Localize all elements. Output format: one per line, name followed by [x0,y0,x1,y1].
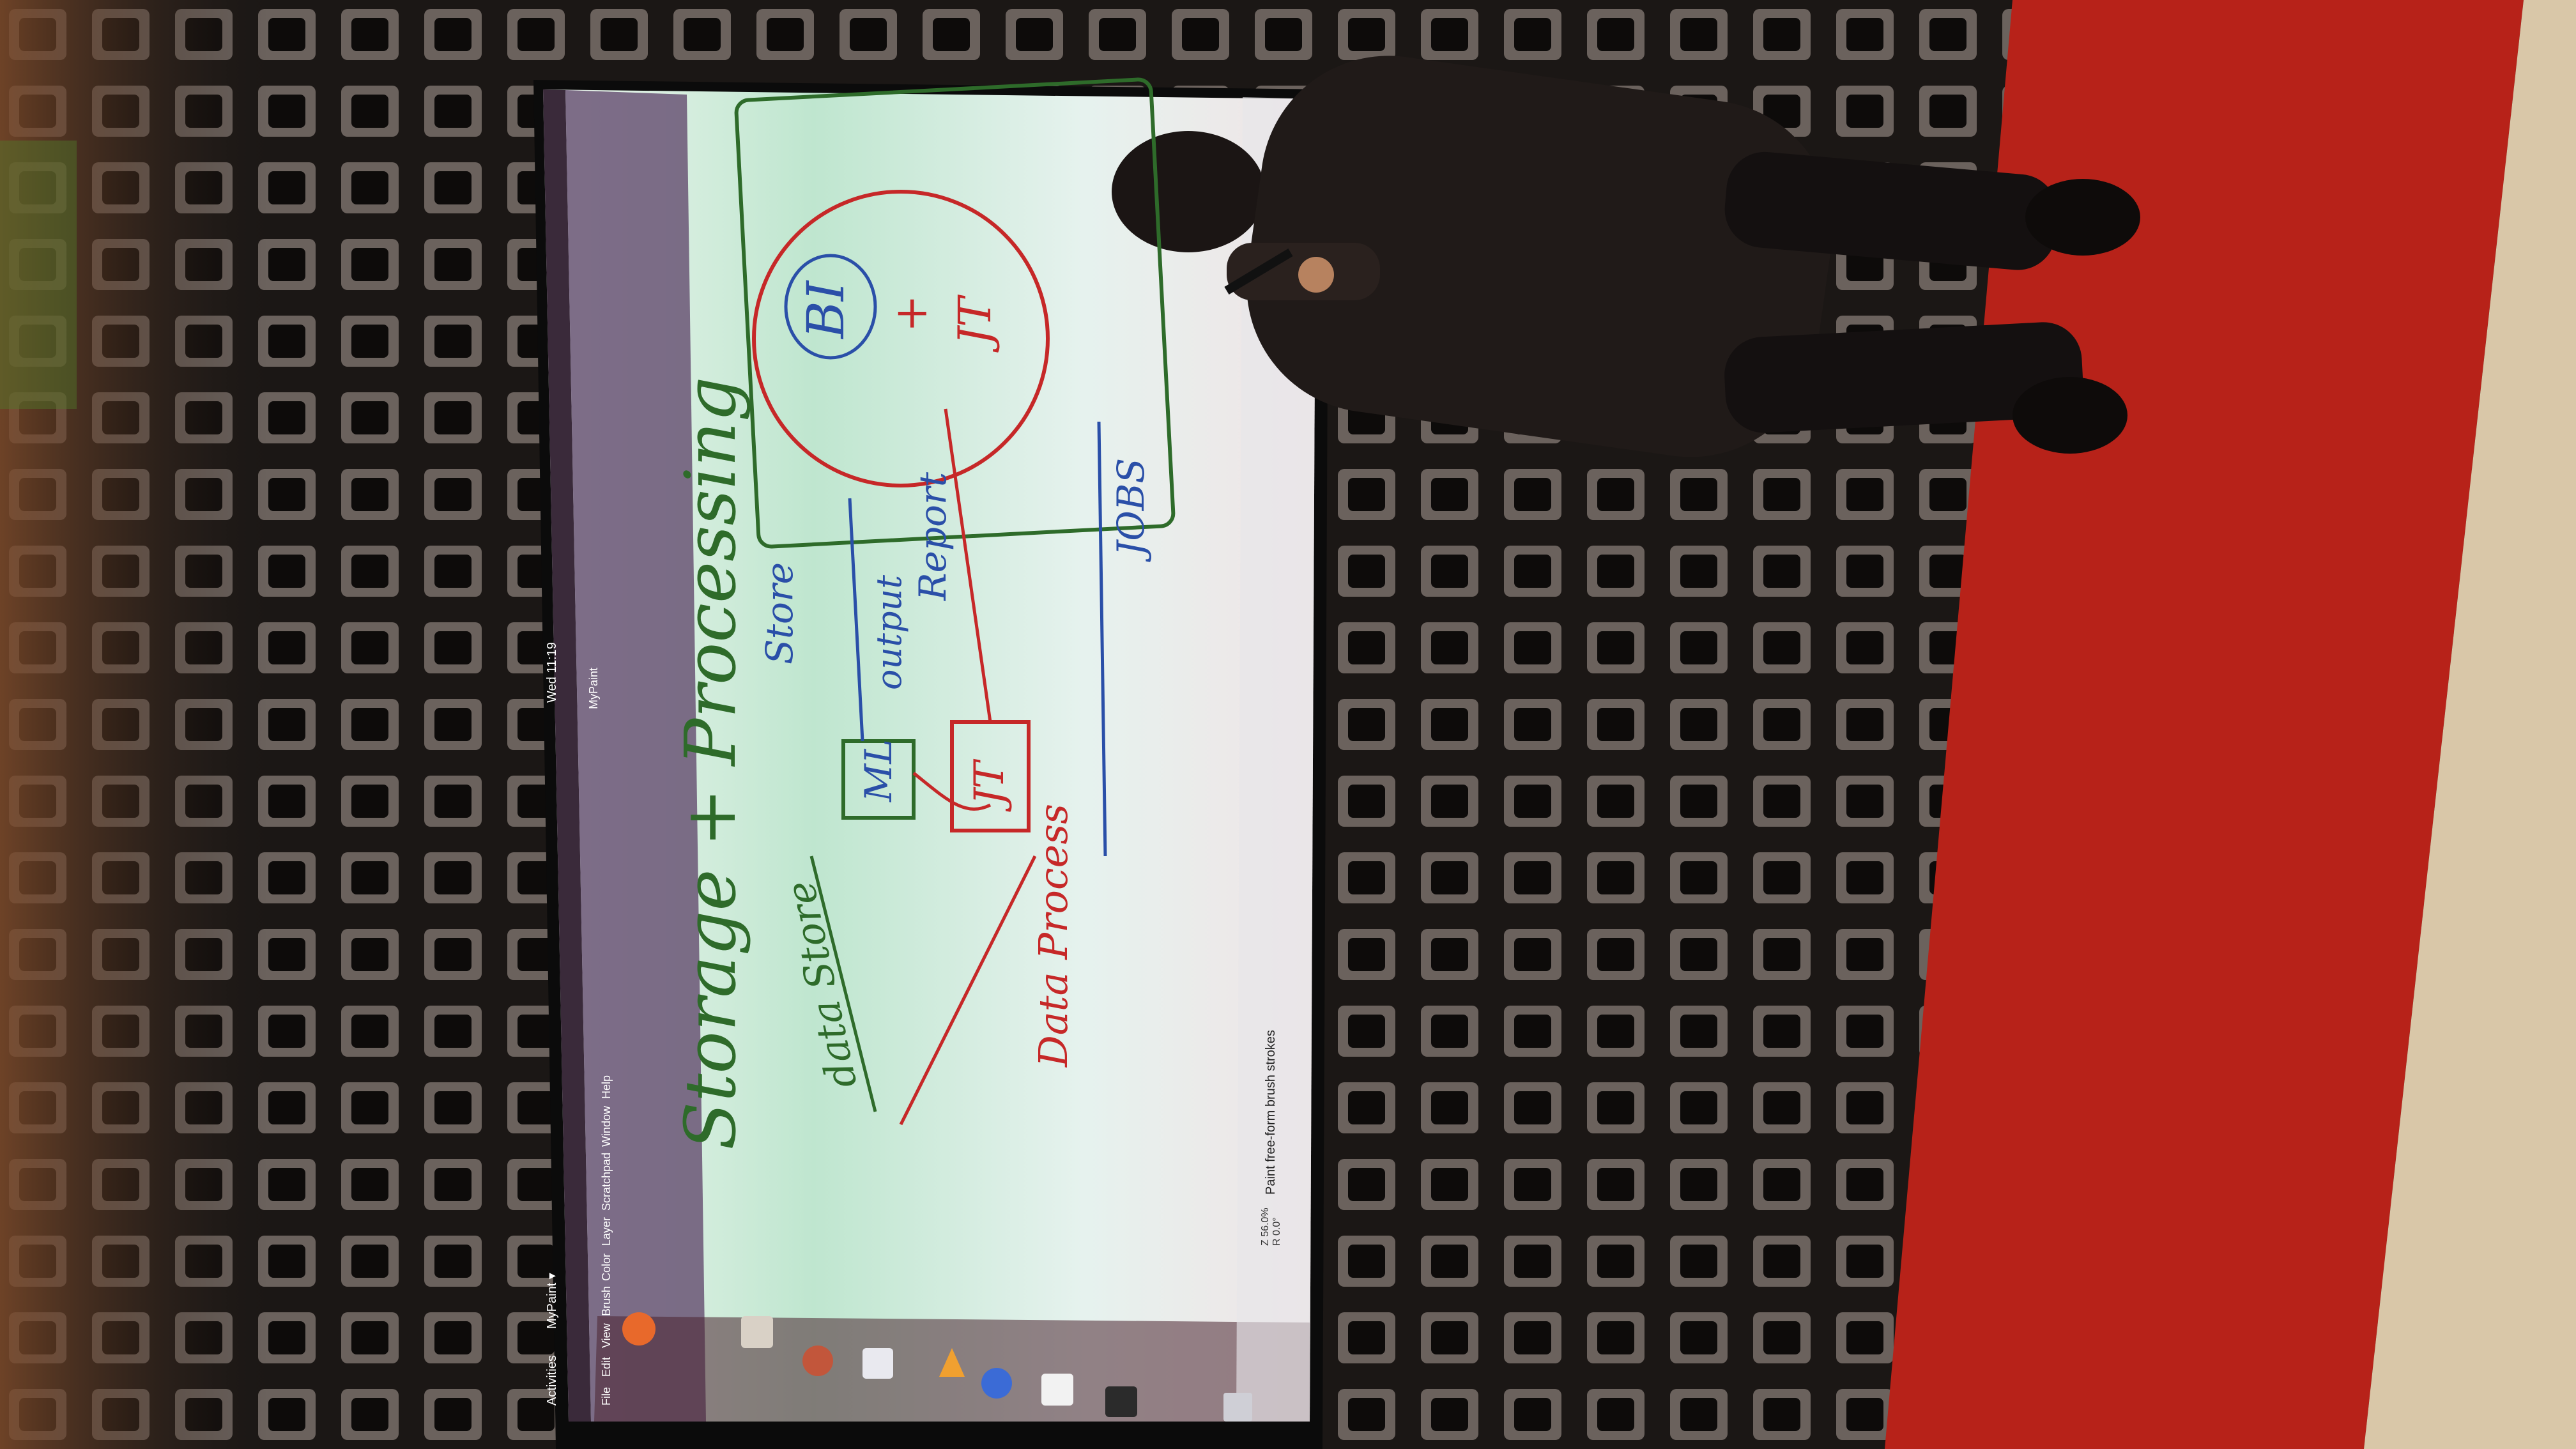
label-jt-box: JT [966,758,1013,812]
status-rotation: R 0.0° [1271,1217,1282,1246]
label-data-process: Data Process [1030,804,1077,1068]
label-store: Store [758,562,801,664]
files-icon[interactable] [741,1316,773,1348]
window-title: MyPaint [587,668,600,709]
label-ml: ML [857,739,900,802]
menu-file: File [600,1387,613,1406]
store-icon[interactable] [862,1348,893,1379]
ceiling-green-light [0,141,77,409]
menu-view: View [600,1322,613,1348]
label-jobs: JOBS [1109,458,1153,562]
camera-icon[interactable] [802,1346,833,1376]
menu-scratchpad: Scratchpad [600,1153,613,1211]
label-circle-bi: BI [796,280,855,340]
canvas-title: Storage + Processing [670,377,751,1150]
label-circle-plus: + [885,295,937,332]
menu-layer: Layer [600,1217,613,1246]
app-menu-label: MyPaint ▾ [545,1273,559,1329]
menu-brush: Brush [600,1286,613,1316]
amazon-icon[interactable] [1041,1374,1073,1406]
help-icon[interactable] [981,1368,1012,1399]
label-circle-jt: JT [949,295,1001,353]
menu-edit: Edit [600,1357,613,1377]
label-report: Report [911,471,954,601]
photo-scene: Storage + Processing data Store Data Pro… [0,0,2576,1449]
menu-help: Help [600,1075,613,1099]
status-zoom: Z 56.0% [1260,1208,1271,1246]
menu-color: Color [600,1254,613,1281]
clock-label: Wed 11:19 [545,642,559,703]
apps-grid-icon[interactable] [1223,1393,1252,1422]
activities-label: Activities [545,1355,559,1406]
label-output: output [869,575,909,690]
browser-icon[interactable] [622,1312,656,1346]
status-message: Paint free-form brush strokes [1264,1030,1278,1195]
menu-window: Window [600,1105,613,1147]
terminal-icon[interactable] [1105,1386,1137,1417]
